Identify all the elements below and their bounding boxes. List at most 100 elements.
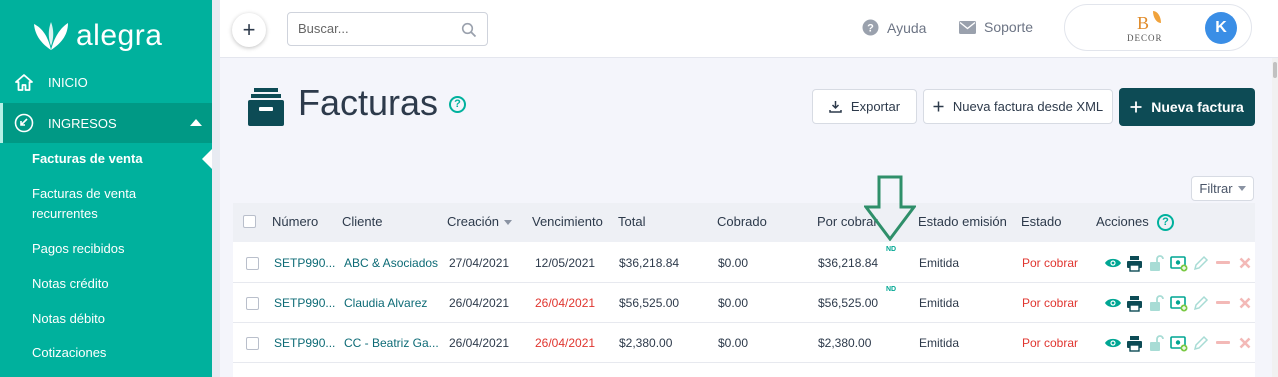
table-row[interactable]: SETP990... ABC & Asociados 27/04/2021 12… <box>233 243 1255 283</box>
plus-icon <box>933 101 944 112</box>
search-box[interactable] <box>287 12 488 46</box>
invoice-tray-icon <box>248 88 284 126</box>
pencil-icon[interactable] <box>1191 334 1210 352</box>
eye-icon[interactable] <box>1103 334 1122 352</box>
column-header-estado-emision[interactable]: Estado emisión <box>918 214 1007 229</box>
filter-label: Filtrar <box>1199 181 1233 196</box>
row-actions <box>1103 294 1257 312</box>
column-header-cliente[interactable]: Cliente <box>342 214 382 229</box>
filter-button[interactable]: Filtrar <box>1191 176 1254 201</box>
select-all-checkbox[interactable] <box>243 215 256 228</box>
table-row[interactable]: SETP990... Claudia Alvarez 26/04/2021 26… <box>233 283 1255 323</box>
add-payment-icon[interactable] <box>1169 254 1188 272</box>
sidebar-item-facturas-de-venta[interactable]: Facturas de venta <box>32 148 143 169</box>
search-input[interactable] <box>298 21 458 36</box>
column-header-creacion[interactable]: Creación <box>447 214 513 229</box>
sidebar-item-label: INGRESOS <box>48 115 117 131</box>
unlock-icon[interactable] <box>1147 254 1166 272</box>
column-header-cobrado[interactable]: Cobrado <box>717 214 767 229</box>
export-label: Exportar <box>850 99 901 114</box>
cell-cliente[interactable]: Claudia Alvarez <box>344 296 427 310</box>
sidebar-item-notas-debito[interactable]: Notas débito <box>32 308 105 329</box>
new-invoice-label: Nueva factura <box>1151 99 1244 115</box>
new-invoice-button[interactable]: Nueva factura <box>1119 88 1255 126</box>
company-logo-letter: B <box>1137 13 1150 33</box>
avatar[interactable]: K <box>1205 12 1237 44</box>
envelope-icon <box>959 20 976 34</box>
cell-cliente[interactable]: ABC & Asociados <box>344 256 438 270</box>
pencil-icon[interactable] <box>1191 294 1210 312</box>
actions-help-icon[interactable]: ? <box>1157 214 1174 231</box>
close-icon[interactable] <box>1235 334 1254 352</box>
printer-icon[interactable] <box>1125 334 1144 352</box>
search-icon[interactable] <box>461 22 477 38</box>
row-actions <box>1103 254 1257 272</box>
table-row[interactable]: SETP990... CC - Beatriz Ga... 26/04/2021… <box>233 323 1255 363</box>
cell-por-cobrar: $36,218.84 <box>818 256 879 270</box>
sidebar-item-ingresos[interactable]: INGRESOS <box>0 103 212 143</box>
unlock-icon[interactable] <box>1147 334 1166 352</box>
eye-icon[interactable] <box>1103 294 1122 312</box>
support-link[interactable]: Soporte <box>959 19 1033 35</box>
add-payment-icon[interactable] <box>1169 294 1188 312</box>
column-header-vencimiento[interactable]: Vencimiento <box>532 214 603 229</box>
help-label: Ayuda <box>887 19 927 36</box>
export-button[interactable]: Exportar <box>812 89 917 124</box>
account-menu[interactable]: B DECOR K <box>1064 4 1252 51</box>
printer-icon[interactable] <box>1125 254 1144 272</box>
sidebar-item-label: INICIO <box>48 74 88 90</box>
sort-desc-icon <box>504 220 513 226</box>
sidebar-item-pagos-recibidos[interactable]: Pagos recibidos <box>32 238 125 259</box>
minus-icon[interactable] <box>1213 294 1232 312</box>
home-icon <box>14 72 34 92</box>
unlock-icon[interactable] <box>1147 294 1166 312</box>
cell-vencimiento: 12/05/2021 <box>535 256 596 270</box>
add-payment-icon[interactable] <box>1169 334 1188 352</box>
sidebar-item-notas-credito[interactable]: Notas crédito <box>32 273 109 294</box>
row-actions <box>1103 334 1257 352</box>
cell-numero[interactable]: SETP990... <box>274 336 335 350</box>
download-icon <box>829 100 842 113</box>
sidebar-item-cotizaciones[interactable]: Cotizaciones <box>32 342 106 363</box>
help-link[interactable]: ? Ayuda <box>862 19 926 36</box>
sidebar-item-facturas-recurrentes[interactable]: Facturas de venta <box>32 183 136 204</box>
cell-total: $36,218.84 <box>619 256 680 270</box>
sidebar-item-facturas-recurrentes-line2[interactable]: recurrentes <box>32 203 98 224</box>
row-checkbox[interactable] <box>246 297 259 310</box>
cell-estado: Por cobrar <box>1022 296 1079 310</box>
column-header-estado[interactable]: Estado <box>1021 214 1061 229</box>
topbar: + ? Ayuda Soporte B DECOR K <box>220 0 1278 58</box>
new-invoice-from-xml-button[interactable]: Nueva factura desde XML <box>923 89 1113 124</box>
active-indicator <box>202 149 212 169</box>
close-icon[interactable] <box>1235 254 1254 272</box>
row-checkbox[interactable] <box>246 337 259 350</box>
company-logo-leaf <box>1153 11 1161 23</box>
minus-icon[interactable] <box>1213 334 1232 352</box>
scrollbar-thumb[interactable] <box>1273 62 1277 78</box>
scrollbar[interactable] <box>1272 58 1278 377</box>
printer-icon[interactable] <box>1125 294 1144 312</box>
close-icon[interactable] <box>1235 294 1254 312</box>
alegra-logo[interactable]: alegra <box>32 16 162 56</box>
income-icon <box>14 113 34 133</box>
sidebar-item-inicio[interactable]: INICIO <box>0 64 212 100</box>
column-header-numero[interactable]: Número <box>272 214 318 229</box>
page-help-icon[interactable]: ? <box>449 96 466 113</box>
row-checkbox[interactable] <box>246 257 259 270</box>
cell-cobrado: $0.00 <box>718 296 749 310</box>
cell-cobrado: $0.00 <box>718 256 749 270</box>
company-logo: B DECOR <box>1123 9 1173 47</box>
eye-icon[interactable] <box>1103 254 1122 272</box>
plus-icon <box>1130 101 1142 113</box>
cell-vencimiento: 26/04/2021 <box>535 336 596 350</box>
cell-numero[interactable]: SETP990... <box>274 256 335 270</box>
cell-total: $2,380.00 <box>619 336 673 350</box>
pencil-icon[interactable] <box>1191 254 1210 272</box>
quick-add-button[interactable]: + <box>232 13 266 47</box>
support-label: Soporte <box>984 19 1034 35</box>
cell-cliente[interactable]: CC - Beatriz Ga... <box>344 336 439 350</box>
column-header-total[interactable]: Total <box>618 214 645 229</box>
minus-icon[interactable] <box>1213 254 1232 272</box>
cell-numero[interactable]: SETP990... <box>274 296 335 310</box>
question-circle-icon: ? <box>862 19 879 36</box>
